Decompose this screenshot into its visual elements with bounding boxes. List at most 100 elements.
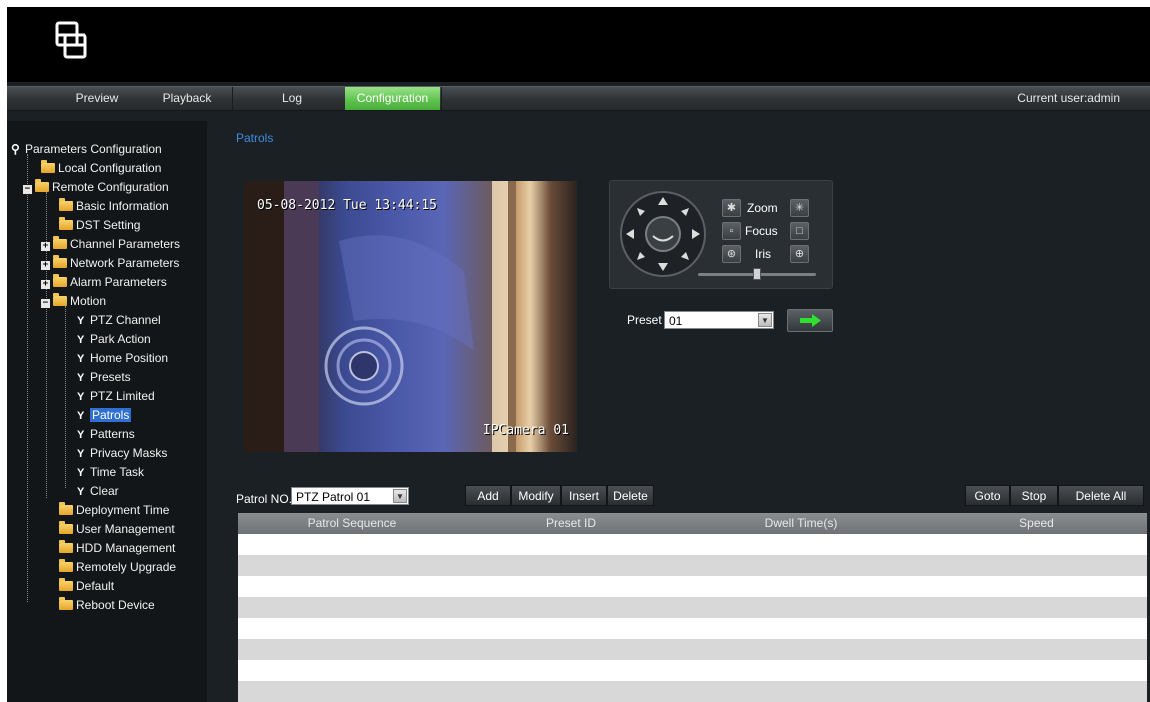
goto-button[interactable]: Goto [965, 485, 1010, 506]
tree-item-ptz-channel[interactable]: Y PTZ Channel [77, 312, 161, 329]
table-row[interactable] [238, 597, 1147, 618]
tree-item-remote-configuration[interactable]: − Remote Configuration [23, 179, 169, 196]
goto-preset-button[interactable] [787, 309, 833, 332]
tree-root[interactable]: ⚲ Parameters Configuration [11, 141, 162, 158]
tree-connector [65, 306, 67, 488]
tree-item-local-configuration[interactable]: Local Configuration [41, 160, 161, 177]
brand-logo [55, 21, 87, 59]
delete-all-button[interactable]: Delete All [1058, 485, 1144, 506]
tree-item-ptz-limited[interactable]: Y PTZ Limited [77, 388, 155, 405]
tree-label: Basic Information [76, 199, 169, 213]
live-video[interactable]: 05-08-2012 Tue 13:44:15 IPCamera 01 [244, 181, 577, 452]
tree-item-hdd-management[interactable]: HDD Management [59, 540, 175, 557]
patrol-table: Patrol Sequence Preset ID Dwell Time(s) … [238, 513, 1147, 702]
menu-separator [441, 87, 442, 110]
zoom-in-button[interactable]: ✳ [790, 199, 809, 217]
tree-item-privacy-masks[interactable]: Y Privacy Masks [77, 445, 167, 462]
preset-label: Preset [627, 313, 662, 327]
table-row[interactable] [238, 660, 1147, 681]
tree-label: Reboot Device [76, 598, 155, 612]
focus-far-button[interactable]: □ [790, 222, 809, 240]
patrol-number-label: Patrol NO. [236, 492, 293, 506]
camera-name-overlay: IPCamera 01 [482, 423, 569, 438]
leaf-icon: Y [77, 334, 85, 346]
folder-icon [59, 502, 73, 515]
expand-icon[interactable]: + [41, 261, 50, 270]
tree-label: Network Parameters [70, 256, 180, 270]
tree-item-park-action[interactable]: Y Park Action [77, 331, 151, 348]
focus-far-icon: □ [796, 225, 803, 237]
delete-button[interactable]: Delete [607, 485, 654, 506]
patrol-number-select[interactable]: PTZ Patrol 01 ▼ [291, 487, 409, 505]
tree-item-patrols[interactable]: Y Patrols [77, 407, 132, 424]
tree-item-presets[interactable]: Y Presets [77, 369, 131, 386]
expand-icon[interactable]: + [41, 242, 50, 251]
tree-item-user-management[interactable]: User Management [59, 521, 175, 538]
ptz-speed-slider-handle[interactable] [753, 268, 761, 280]
tree-item-patterns[interactable]: Y Patterns [77, 426, 135, 443]
tree-item-alarm-parameters[interactable]: + Alarm Parameters [41, 274, 167, 291]
table-row[interactable] [238, 555, 1147, 576]
tree-item-home-position[interactable]: Y Home Position [77, 350, 168, 367]
table-row[interactable] [238, 618, 1147, 639]
menu-log[interactable]: Log [247, 87, 337, 110]
main-panel: Patrols 05-08-2012 Tue 13:44:15 IPCamera… [207, 121, 1150, 702]
tree-item-reboot-device[interactable]: Reboot Device [59, 597, 155, 614]
folder-icon [59, 521, 73, 534]
tree-label: Motion [70, 294, 107, 308]
table-header: Patrol Sequence Preset ID Dwell Time(s) … [238, 513, 1147, 534]
current-user-label: Current user:admin [1017, 91, 1120, 105]
column-header-dwell-time: Dwell Time(s) [764, 516, 838, 530]
page-title: Patrols [236, 131, 274, 145]
tree-item-deployment-time[interactable]: Deployment Time [59, 502, 169, 519]
patrol-select-value: PTZ Patrol 01 [296, 490, 371, 504]
collapse-icon[interactable]: − [23, 185, 32, 194]
tree-item-clear[interactable]: Y Clear [77, 483, 119, 500]
stop-button[interactable]: Stop [1010, 485, 1058, 506]
tree-item-time-task[interactable]: Y Time Task [77, 464, 144, 481]
expand-icon[interactable]: + [41, 280, 50, 289]
focus-near-button[interactable]: ▫ [722, 222, 741, 240]
menu-playback[interactable]: Playback [142, 87, 232, 110]
collapse-icon[interactable]: − [41, 299, 50, 308]
insert-button[interactable]: Insert [561, 485, 607, 506]
leaf-icon: Y [77, 448, 85, 460]
tree-item-remotely-upgrade[interactable]: Remotely Upgrade [59, 559, 176, 576]
column-header-patrol-sequence: Patrol Sequence [307, 516, 397, 530]
iris-close-icon: ⊛ [726, 248, 737, 260]
preset-select[interactable]: 01 ▼ [664, 311, 774, 329]
network-tree-icon: ⚲ [11, 142, 20, 156]
zoom-out-button[interactable]: ✱ [722, 199, 741, 217]
table-row[interactable] [238, 681, 1147, 702]
tree-label: Privacy Masks [90, 446, 168, 460]
menu-separator [232, 87, 233, 110]
tree-label: Channel Parameters [70, 237, 181, 251]
menu-configuration[interactable]: Configuration [345, 87, 440, 110]
tree-item-network-parameters[interactable]: + Network Parameters [41, 255, 179, 272]
tree-label: DST Setting [76, 218, 141, 232]
arrow-right-icon [800, 314, 821, 327]
header-bar [7, 7, 1150, 82]
folder-icon [53, 293, 67, 306]
preset-select-value: 01 [669, 314, 683, 328]
modify-button[interactable]: Modify [511, 485, 561, 506]
add-button[interactable]: Add [465, 485, 511, 506]
tree-item-motion[interactable]: − Motion [41, 293, 106, 310]
tree-item-dst-setting[interactable]: DST Setting [59, 217, 140, 234]
menu-preview[interactable]: Preview [52, 87, 142, 110]
tree-label: HDD Management [76, 541, 176, 555]
folder-icon [59, 198, 73, 211]
tree-item-channel-parameters[interactable]: + Channel Parameters [41, 236, 180, 253]
tree-label: User Management [76, 522, 175, 536]
table-row[interactable] [238, 639, 1147, 660]
tree-label: Park Action [90, 332, 151, 346]
table-row[interactable] [238, 534, 1147, 555]
tree-label: Clear [90, 484, 119, 498]
table-row[interactable] [238, 576, 1147, 597]
main-menu: Preview Playback Log Configuration Curre… [7, 86, 1150, 111]
column-header-speed: Speed [1019, 516, 1054, 530]
tree-item-basic-information[interactable]: Basic Information [59, 198, 169, 215]
iris-close-button[interactable]: ⊛ [722, 245, 741, 263]
tree-item-default[interactable]: Default [59, 578, 114, 595]
iris-open-button[interactable]: ⊕ [790, 245, 809, 263]
